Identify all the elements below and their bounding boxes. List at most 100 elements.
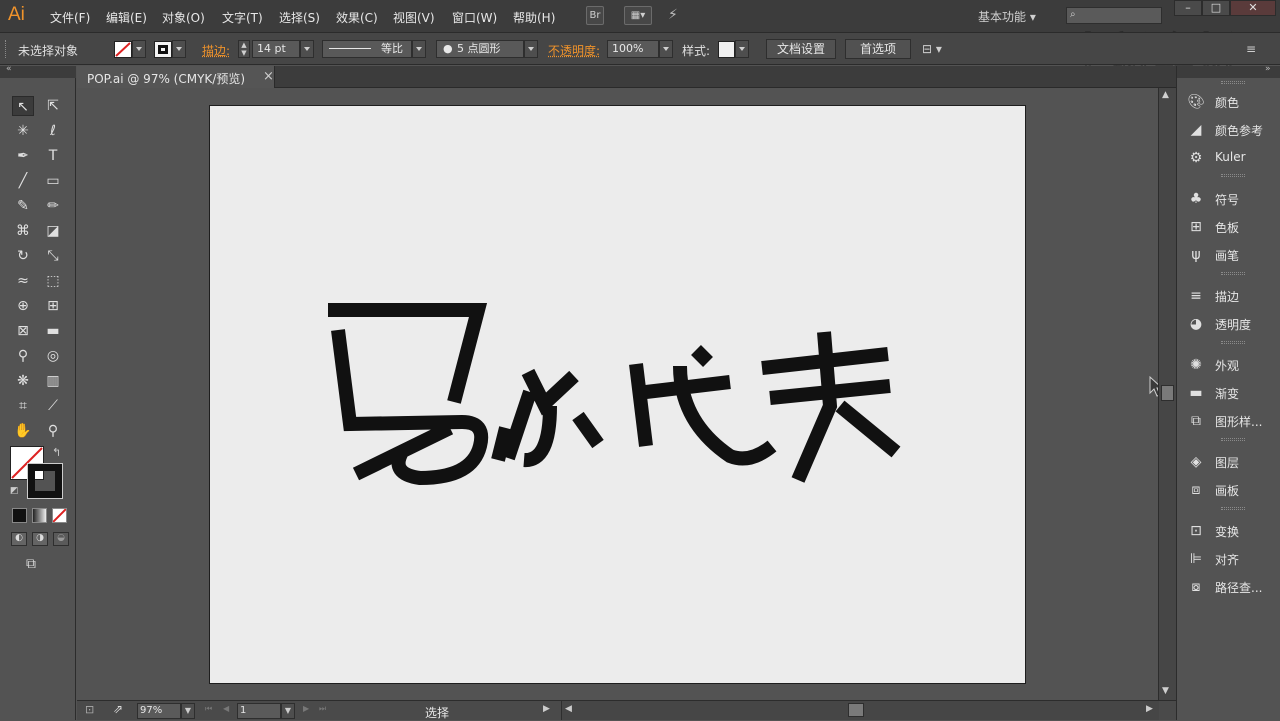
stroke-weight-input[interactable]: 14 pt <box>252 40 300 58</box>
fill-none-swatch[interactable] <box>114 41 132 58</box>
vertical-scroll-thumb[interactable] <box>1161 385 1174 401</box>
pop-artwork[interactable] <box>210 106 1027 685</box>
expand-panels-icon[interactable]: » <box>1265 64 1271 74</box>
panel-graphic-styles[interactable]: ⧉ 图形样... <box>1185 410 1277 432</box>
gradient-mode-icon[interactable] <box>32 508 47 523</box>
panel-appearance[interactable]: ✺ 外观 <box>1185 354 1277 376</box>
zoom-dropdown[interactable]: ▼ <box>181 703 195 719</box>
line-tool-icon[interactable]: ╱ <box>12 171 34 191</box>
minimize-button[interactable]: – <box>1174 0 1202 16</box>
panel-group-grip[interactable] <box>1221 272 1245 275</box>
panel-layers[interactable]: ◈ 图层 <box>1185 451 1277 473</box>
horizontal-scroll-thumb[interactable] <box>848 703 864 717</box>
zoom-tool-icon[interactable]: ⚲ <box>42 421 64 441</box>
menu-edit[interactable]: 编辑(E) <box>106 9 147 26</box>
panel-group-grip[interactable] <box>1221 81 1245 84</box>
scroll-down-icon[interactable]: ▼ <box>1162 686 1169 696</box>
control-bar-grip[interactable] <box>5 40 9 58</box>
swap-fill-stroke-icon[interactable]: ↰ <box>52 446 61 459</box>
direct-selection-tool-icon[interactable]: ⇱ <box>42 96 64 116</box>
blob-brush-tool-icon[interactable]: ⌘ <box>12 221 34 241</box>
horizontal-scrollbar[interactable]: ◀ ▶ <box>561 701 1159 720</box>
panel-pathfinder[interactable]: ⧇ 路径查... <box>1185 576 1277 598</box>
blend-tool-icon[interactable]: ◎ <box>42 346 64 366</box>
panel-transform[interactable]: ⊡ 变换 <box>1185 520 1277 542</box>
scroll-up-icon[interactable]: ▲ <box>1162 90 1169 100</box>
gradient-tool-icon[interactable]: ▬ <box>42 321 64 341</box>
perspective-grid-tool-icon[interactable]: ⊞ <box>42 296 64 316</box>
screen-mode-icon[interactable]: ⧉ <box>26 556 36 572</box>
mesh-tool-icon[interactable]: ⊠ <box>12 321 34 341</box>
right-dock-header[interactable]: » <box>1177 64 1280 78</box>
maximize-button[interactable]: □ <box>1202 0 1230 16</box>
workspace-switcher[interactable]: 基本功能 ▾ <box>978 8 1036 25</box>
stroke-weight-stepper[interactable]: ▲ ▼ <box>238 40 250 58</box>
brush-dropdown[interactable] <box>524 40 538 58</box>
menu-view[interactable]: 视图(V) <box>393 9 435 26</box>
variable-width-profile[interactable]: 等比 <box>322 40 412 58</box>
stroke-color-dropdown[interactable] <box>172 40 186 58</box>
stroke-swatch[interactable] <box>154 41 172 58</box>
zoom-input[interactable]: 97% <box>137 703 181 719</box>
gpu-performance-icon[interactable]: ⚡ <box>668 7 678 23</box>
stroke-panel-link[interactable]: 描边: <box>202 42 230 59</box>
panel-symbols[interactable]: ♣ 符号 <box>1185 188 1277 210</box>
rectangle-tool-icon[interactable]: ▭ <box>42 171 64 191</box>
preferences-button[interactable]: 首选项 <box>845 39 911 59</box>
canvas-area[interactable] <box>77 88 1158 700</box>
collapse-panel-icon[interactable]: « <box>6 64 12 74</box>
draw-inside-icon[interactable]: ◒ <box>53 532 69 546</box>
color-mode-icon[interactable] <box>12 508 27 523</box>
glyph-er[interactable] <box>491 368 604 467</box>
free-transform-tool-icon[interactable]: ⬚ <box>42 271 64 291</box>
hand-tool-icon[interactable]: ✋ <box>12 421 34 441</box>
eraser-tool-icon[interactable]: ◪ <box>42 221 64 241</box>
bridge-button[interactable]: Br <box>586 6 604 25</box>
vertical-scrollbar[interactable]: ▲ ▼ <box>1158 88 1176 700</box>
opacity-panel-link[interactable]: 不透明度: <box>548 42 600 59</box>
panel-color[interactable]: 🎨︎ 颜色 <box>1185 91 1277 113</box>
opacity-input[interactable]: 100% <box>607 40 659 58</box>
last-artboard-icon[interactable]: ⏭ <box>319 704 326 714</box>
panel-gradient[interactable]: ▬ 渐变 <box>1185 382 1277 404</box>
glyph-dai[interactable] <box>629 345 777 466</box>
profile-dropdown[interactable] <box>412 40 426 58</box>
rotate-tool-icon[interactable]: ↻ <box>12 246 34 266</box>
brush-definition[interactable]: ● 5 点圆形 <box>436 40 524 58</box>
scroll-right-icon[interactable]: ▶ <box>1146 704 1153 714</box>
panel-group-grip[interactable] <box>1221 174 1245 177</box>
menu-help[interactable]: 帮助(H) <box>513 9 555 26</box>
menu-select[interactable]: 选择(S) <box>279 9 320 26</box>
close-tab-icon[interactable]: × <box>263 69 274 84</box>
artboard-dropdown[interactable]: ▼ <box>281 703 295 719</box>
previous-artboard-icon[interactable]: ◀ <box>223 704 229 713</box>
paintbrush-tool-icon[interactable]: ✎ <box>12 196 34 216</box>
slice-tool-icon[interactable]: ⟋ <box>42 396 64 416</box>
arrange-icon[interactable]: ⊟ ▾ <box>922 42 942 56</box>
panel-group-grip[interactable] <box>1221 507 1245 510</box>
none-mode-icon[interactable] <box>52 508 67 523</box>
menu-effect[interactable]: 效果(C) <box>336 9 378 26</box>
lasso-tool-icon[interactable]: ℓ <box>42 121 64 141</box>
panel-kuler[interactable]: ⚙ Kuler <box>1185 147 1277 169</box>
shape-builder-tool-icon[interactable]: ⊕ <box>12 296 34 316</box>
eyedropper-tool-icon[interactable]: ⚲ <box>12 346 34 366</box>
menu-type[interactable]: 文字(T) <box>222 9 263 26</box>
panel-brushes[interactable]: ψ 画笔 <box>1185 244 1277 266</box>
pencil-tool-icon[interactable]: ✏ <box>42 196 64 216</box>
artboard-number-input[interactable]: 1 <box>237 703 281 719</box>
glyph-ma[interactable] <box>328 303 489 486</box>
width-tool-icon[interactable]: ≈ <box>12 271 34 291</box>
status-menu-icon[interactable]: ▶ <box>543 704 550 714</box>
fill-dropdown[interactable] <box>132 40 146 58</box>
draw-behind-icon[interactable]: ◑ <box>32 532 48 546</box>
panel-align[interactable]: ⊫ 对齐 <box>1185 548 1277 570</box>
draw-normal-icon[interactable]: ◐ <box>11 532 27 546</box>
menu-window[interactable]: 窗口(W) <box>452 9 497 26</box>
symbol-sprayer-tool-icon[interactable]: ❋ <box>12 371 34 391</box>
artboard[interactable] <box>209 105 1026 684</box>
panel-artboards[interactable]: ⧈ 画板 <box>1185 479 1277 501</box>
glyph-fu[interactable] <box>761 331 901 483</box>
panel-swatches[interactable]: ⊞ 色板 <box>1185 216 1277 238</box>
panel-stroke[interactable]: ≡ 描边 <box>1185 285 1277 307</box>
